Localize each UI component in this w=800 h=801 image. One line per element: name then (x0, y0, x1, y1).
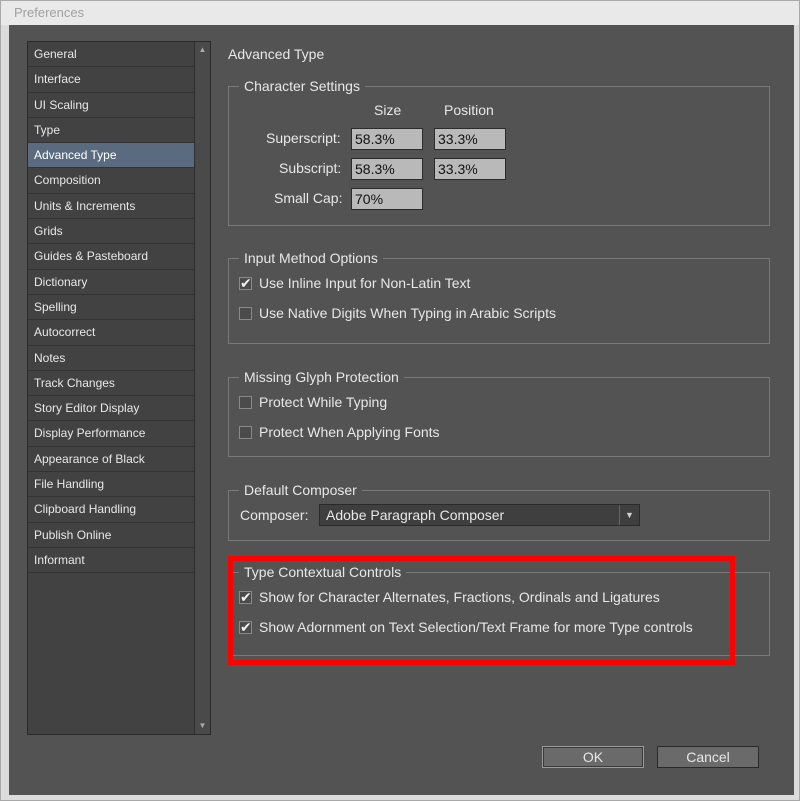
preferences-window: Preferences General Interface UI Scaling Ty… (0, 0, 800, 801)
native-digits-option[interactable]: Use Native Digits When Typing in Arabic … (239, 304, 556, 322)
sidebar-item-units-increments[interactable]: Units & Increments (28, 194, 195, 220)
ok-button[interactable]: OK (542, 746, 644, 768)
sidebar-item-appearance-of-black[interactable]: Appearance of Black (28, 447, 195, 473)
default-composer-group: Default Composer Composer: Adobe Paragra… (228, 481, 770, 541)
small-cap-size-input[interactable]: 70% (351, 188, 423, 210)
sidebar-scrollbar[interactable]: ▲ ▼ (194, 42, 210, 734)
sidebar-item-dictionary[interactable]: Dictionary (28, 270, 195, 295)
missing-glyph-group: Missing Glyph Protection Protect While T… (228, 368, 770, 457)
protect-fonts-label: Protect When Applying Fonts (259, 424, 440, 440)
sidebar-item-interface[interactable]: Interface (28, 67, 195, 93)
sidebar-item-general[interactable]: General (28, 42, 195, 68)
sidebar-item-track-changes[interactable]: Track Changes (28, 371, 195, 397)
sidebar-item-story-editor-display[interactable]: Story Editor Display (28, 396, 195, 422)
sidebar-item-publish-online[interactable]: Publish Online (28, 523, 195, 548)
title-bar[interactable]: Preferences (1, 1, 799, 25)
subscript-size-input[interactable]: 58.3% (351, 158, 423, 180)
missing-glyph-legend: Missing Glyph Protection (239, 368, 404, 386)
sidebar-item-composition[interactable]: Composition (28, 168, 195, 194)
position-column-header: Position (444, 102, 494, 118)
sidebar-item-grids[interactable]: Grids (28, 219, 195, 245)
protect-fonts-option[interactable]: Protect When Applying Fonts (239, 423, 440, 441)
subscript-label: Subscript: (279, 160, 342, 176)
protect-fonts-checkbox[interactable] (239, 425, 252, 439)
sidebar-item-file-handling[interactable]: File Handling (28, 472, 195, 498)
window-title: Preferences (14, 5, 85, 20)
size-column-header: Size (374, 102, 402, 118)
protect-typing-checkbox[interactable] (239, 395, 252, 409)
cancel-button[interactable]: Cancel (657, 746, 759, 768)
dialog-body: General Interface UI Scaling Type Advanced T… (9, 25, 794, 795)
inline-input-option[interactable]: ✔ Use Inline Input for Non-Latin Text (239, 274, 470, 292)
protect-typing-label: Protect While Typing (259, 394, 388, 410)
default-composer-legend: Default Composer (239, 481, 362, 499)
sidebar-item-ui-scaling[interactable]: UI Scaling (28, 93, 195, 118)
superscript-position-input[interactable]: 33.3% (434, 128, 506, 150)
subscript-position-input[interactable]: 33.3% (434, 158, 506, 180)
input-method-group: Input Method Options ✔ Use Inline Input … (228, 249, 770, 344)
scroll-up-icon[interactable]: ▲ (195, 42, 210, 58)
composer-select[interactable]: Adobe Paragraph Composer ▼ (319, 504, 640, 526)
character-settings-legend: Character Settings (239, 77, 365, 95)
input-method-legend: Input Method Options (239, 249, 383, 267)
sidebar-item-autocorrect[interactable]: Autocorrect (28, 320, 195, 346)
sidebar-item-advanced-type[interactable]: Advanced Type (28, 143, 195, 169)
highlight-annotation-box (228, 556, 735, 665)
composer-label: Composer: (240, 507, 309, 523)
small-cap-label: Small Cap: (274, 190, 343, 206)
sidebar-list: General Interface UI Scaling Type Advanced T… (28, 42, 195, 574)
scroll-down-icon[interactable]: ▼ (195, 718, 210, 734)
native-digits-checkbox[interactable] (239, 306, 252, 320)
protect-typing-option[interactable]: Protect While Typing (239, 393, 387, 411)
checkmark-icon: ✔ (240, 274, 252, 291)
sidebar-item-informant[interactable]: Informant (28, 548, 195, 574)
sidebar: General Interface UI Scaling Type Advanced T… (27, 41, 211, 735)
inline-input-checkbox[interactable]: ✔ (239, 274, 252, 291)
character-settings-group: Character Settings Size Position Supersc… (228, 77, 770, 226)
superscript-size-input[interactable]: 58.3% (351, 128, 423, 150)
sidebar-item-clipboard-handling[interactable]: Clipboard Handling (28, 497, 195, 523)
inline-input-label: Use Inline Input for Non-Latin Text (259, 275, 471, 291)
sidebar-item-notes[interactable]: Notes (28, 346, 195, 371)
superscript-label: Superscript: (266, 130, 341, 146)
sidebar-item-guides-pasteboard[interactable]: Guides & Pasteboard (28, 244, 195, 270)
sidebar-item-spelling[interactable]: Spelling (28, 295, 195, 321)
composer-select-value: Adobe Paragraph Composer (326, 507, 505, 523)
chevron-down-icon[interactable]: ▼ (619, 505, 639, 525)
panel-title: Advanced Type (228, 46, 325, 62)
sidebar-item-type[interactable]: Type (28, 118, 195, 144)
sidebar-item-display-performance[interactable]: Display Performance (28, 421, 195, 447)
native-digits-label: Use Native Digits When Typing in Arabic … (259, 305, 556, 321)
